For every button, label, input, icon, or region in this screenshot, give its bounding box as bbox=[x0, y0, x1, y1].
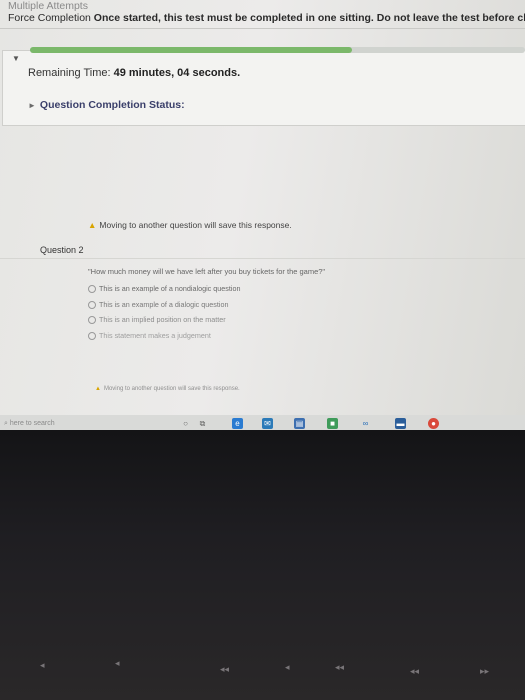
laptop-keyboard: ◂ ◂ ◂◂ ◂ ◂◂ ◂◂ ▸▸ bbox=[0, 430, 525, 700]
radio-button[interactable] bbox=[88, 316, 96, 325]
answer-option-label: This statement makes a judgement bbox=[99, 331, 211, 340]
remaining-time-label: Remaining Time: bbox=[28, 67, 111, 79]
answer-option-label: This is an example of a dialogic questio… bbox=[99, 300, 229, 309]
answer-option[interactable]: This statement makes a judgement bbox=[88, 331, 211, 341]
store-icon[interactable]: ▤ bbox=[294, 418, 305, 429]
question-divider bbox=[0, 258, 525, 259]
completion-status-label: Question Completion Status: bbox=[39, 99, 185, 111]
key-glyph: ▸▸ bbox=[480, 666, 490, 676]
key-glyph: ◂◂ bbox=[335, 662, 345, 672]
radio-button[interactable] bbox=[88, 332, 96, 341]
progress-fill bbox=[30, 47, 352, 53]
search-placeholder: here to search bbox=[9, 420, 55, 427]
warning-icon: ▲ bbox=[95, 386, 101, 392]
taskbar-search[interactable]: ⌕ here to search bbox=[0, 417, 179, 430]
question-completion-status[interactable]: ► Question Completion Status: bbox=[28, 99, 185, 111]
force-completion-text: Once started, this test must be complete… bbox=[93, 12, 525, 24]
key-glyph: ◂◂ bbox=[410, 666, 420, 676]
chrome-icon[interactable]: ● bbox=[428, 418, 439, 429]
key-glyph: ◂ bbox=[285, 662, 290, 672]
answer-option[interactable]: This is an example of a dialogic questio… bbox=[88, 300, 229, 310]
progress-bar bbox=[30, 47, 525, 53]
save-warning-bottom: ▲ Moving to another question will save th… bbox=[95, 386, 240, 392]
collapse-arrow-icon[interactable]: ▼ bbox=[12, 54, 20, 63]
answer-option-label: This is an example of a nondialogic ques… bbox=[99, 284, 241, 293]
expand-arrow-icon[interactable]: ► bbox=[28, 101, 36, 110]
task-view-icon[interactable]: ⧉ bbox=[197, 418, 208, 429]
radio-button[interactable] bbox=[88, 301, 96, 310]
warning-text-top: Moving to another question will save thi… bbox=[99, 220, 292, 230]
warning-text-bottom: Moving to another question will save thi… bbox=[103, 386, 240, 392]
radio-button[interactable] bbox=[88, 285, 96, 294]
header-divider bbox=[0, 28, 525, 29]
question-title: Question 2 bbox=[40, 245, 84, 255]
key-glyph: ◂ bbox=[40, 660, 45, 670]
answer-option[interactable]: This is an example of a nondialogic ques… bbox=[88, 284, 241, 294]
save-warning-top: ▲ Moving to another question will save th… bbox=[88, 220, 292, 230]
edge-icon[interactable]: e bbox=[232, 418, 243, 429]
multiple-attempts-label: Multiple Attempts bbox=[8, 0, 88, 12]
key-glyph: ◂◂ bbox=[220, 664, 230, 674]
mail-icon[interactable]: ✉ bbox=[262, 418, 273, 429]
cortana-icon[interactable]: ○ bbox=[180, 418, 191, 429]
force-completion-label: Force Completion bbox=[8, 12, 91, 24]
remaining-time: Remaining Time: 49 minutes, 04 seconds. bbox=[28, 67, 240, 79]
folder-icon[interactable]: ▬ bbox=[395, 418, 406, 429]
app-icon[interactable]: ■ bbox=[327, 418, 338, 429]
answer-option[interactable]: This is an implied position on the matte… bbox=[88, 315, 226, 325]
question-prompt: "How much money will we have left after … bbox=[88, 267, 326, 276]
remaining-time-value: 49 minutes, 04 seconds. bbox=[113, 67, 241, 79]
answer-option-label: This is an implied position on the matte… bbox=[99, 315, 226, 324]
test-instructions: Multiple Attempts Force Completion Once … bbox=[8, 0, 525, 24]
status-panel bbox=[2, 50, 525, 126]
warning-icon: ▲ bbox=[88, 220, 97, 230]
key-glyph: ◂ bbox=[115, 658, 120, 668]
taskbar: ⌕ here to search ○ ⧉ e ✉ ▤ ■ ∞ ▬ ● bbox=[0, 415, 525, 430]
onedrive-icon[interactable]: ∞ bbox=[360, 418, 371, 429]
monitor-screen: Multiple Attempts Force Completion Once … bbox=[0, 0, 525, 430]
